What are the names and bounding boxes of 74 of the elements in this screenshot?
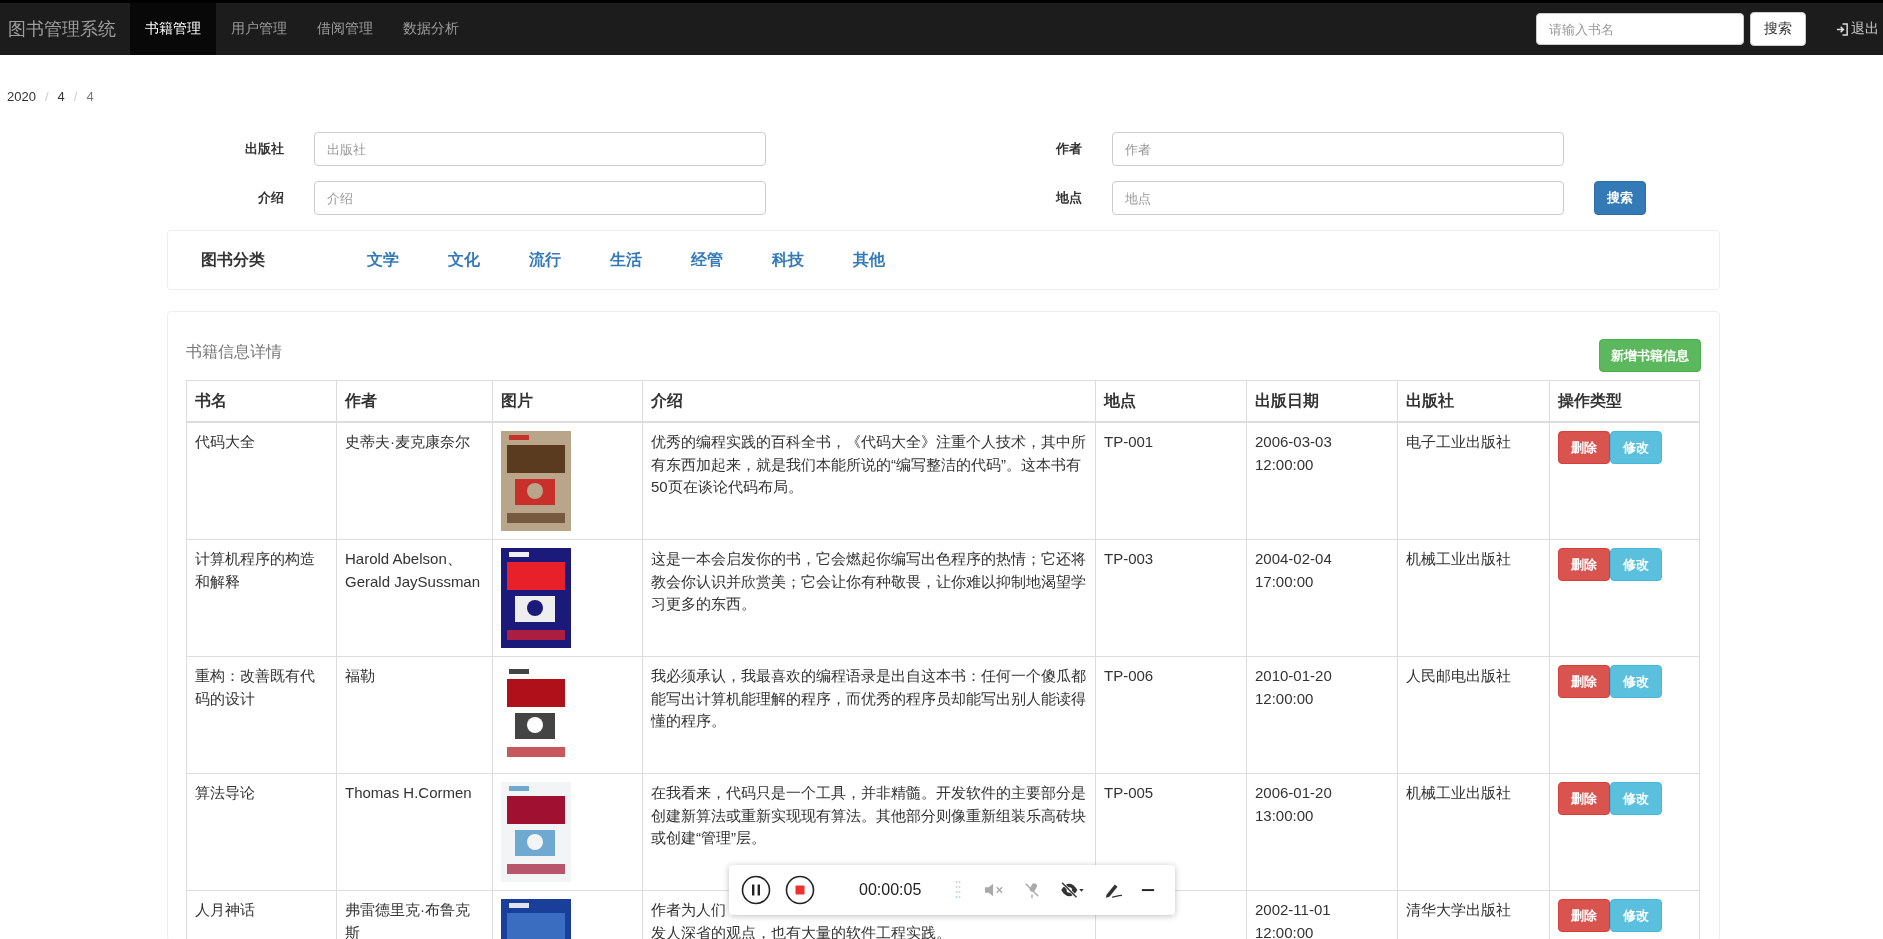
table-cell: 重构：改善既有代码的设计 [186, 656, 337, 774]
breadcrumb-item[interactable]: 2020 [7, 89, 36, 109]
column-header: 出版社 [1397, 380, 1550, 422]
column-header: 地点 [1095, 380, 1247, 422]
table-cell: 人月神话 [186, 890, 337, 939]
panel-title: 书籍信息详情 [186, 342, 282, 362]
table-cell: 史蒂夫·麦克康奈尔 [336, 422, 493, 540]
table-cell: 这是一本会启发你的书，它会燃起你编写出色程序的热情；它还将教会你认识并欣赏美；它会让你有种敬畏，让你难以抑制地渴望学习更多的东西。 [642, 539, 1096, 657]
field-label: 作者 [1054, 140, 1082, 158]
table-cell: 我必须承认，我最喜欢的编程语录是出自这本书：任何一个傻瓜都能写出计算机能理解的程序，而优秀的程序员却能写出别人能读得懂的程序。 [642, 656, 1096, 774]
category-link[interactable]: 流行 [529, 249, 561, 271]
delete-button[interactable]: 删除 [1558, 548, 1610, 581]
table-cell: 机械工业出版社 [1397, 773, 1550, 891]
input-field[interactable]: 介绍 [314, 181, 766, 215]
table-text: 作者为人们 [651, 900, 726, 920]
table-cell: 机械工业出版社 [1397, 539, 1550, 657]
input-field[interactable]: 作者 [1112, 132, 1564, 166]
column-header: 操作类型 [1549, 380, 1700, 422]
field-label: 出版社 [244, 140, 284, 158]
table-cell: TP-001 [1095, 422, 1247, 540]
table-cell: TP-003 [1095, 539, 1247, 657]
logout-icon[interactable] [1836, 22, 1849, 36]
category-link[interactable]: 科技 [772, 249, 804, 271]
table-cell: 电子工业出版社 [1397, 422, 1550, 540]
table-cell: 2010-01-20 12:00:00 [1246, 656, 1398, 774]
stop-button[interactable] [785, 875, 815, 905]
breadcrumb-item[interactable]: 4 [57, 89, 65, 109]
category-link[interactable]: 文学 [367, 249, 399, 271]
table-cell: TP-006 [1095, 656, 1247, 774]
field-label: 地点 [1054, 189, 1082, 207]
drag-handle-icon[interactable] [955, 880, 962, 900]
category-link[interactable]: 经管 [691, 249, 723, 271]
search-button[interactable]: 搜索 [1750, 12, 1806, 46]
search-button[interactable]: 搜索 [1594, 181, 1646, 215]
camera-off-icon[interactable] [1059, 881, 1086, 899]
table-cell: 优秀的编程实践的百科全书，《代码大全》注重个人技术，其中所有东西加起来，就是我们本能所说的“编写整洁的代码”。这本书有50页在谈论代码布局。 [642, 422, 1096, 540]
column-header: 书名 [186, 380, 337, 422]
delete-button[interactable]: 删除 [1558, 665, 1610, 698]
column-header: 作者 [336, 380, 493, 422]
logout-link[interactable]: 退出 [1836, 20, 1883, 38]
table-cell: 2006-03-03 12:00:00 [1246, 422, 1398, 540]
table-cell: 算法导论 [186, 773, 337, 891]
nav-tab[interactable]: 书籍管理 [130, 3, 216, 55]
nav-tab[interactable]: 借阅管理 [302, 3, 388, 55]
breadcrumb-item[interactable]: 4 [86, 89, 94, 109]
table-cell: 福勒 [336, 656, 493, 774]
table-cell: 计算机程序的构造和解释 [186, 539, 337, 657]
column-header: 图片 [492, 380, 643, 422]
category-title: 图书分类 [201, 249, 266, 270]
delete-button[interactable]: 删除 [1558, 899, 1610, 932]
table-cell: Harold Abelson、Gerald JaySussman [336, 539, 493, 657]
table-cell: Thomas H.Cormen [336, 773, 493, 891]
category-link[interactable]: 生活 [610, 249, 642, 271]
category-link[interactable]: 其他 [853, 249, 885, 271]
breadcrumb-separator: / [73, 89, 78, 106]
table-cell: 2004-02-04 17:00:00 [1246, 539, 1398, 657]
category-link[interactable]: 文化 [448, 249, 480, 271]
column-header: 出版日期 [1246, 380, 1398, 422]
nav-tab[interactable]: 用户管理 [216, 3, 302, 55]
pause-button[interactable] [741, 875, 771, 905]
delete-button[interactable]: 删除 [1558, 782, 1610, 815]
brand-title[interactable]: 图书管理系统 [0, 17, 130, 41]
breadcrumb-separator: / [44, 89, 49, 106]
table-cell: 2006-01-20 13:00:00 [1246, 773, 1398, 891]
table-cell: 代码大全 [186, 422, 337, 540]
table-cell: 人民邮电出版社 [1397, 656, 1550, 774]
input-field[interactable]: 地点 [1112, 181, 1564, 215]
delete-button[interactable]: 删除 [1558, 431, 1610, 464]
search-field[interactable]: 请输入书名 [1536, 13, 1744, 45]
column-header: 介绍 [642, 380, 1096, 422]
add-book-button[interactable]: 新增书籍信息 [1599, 339, 1701, 372]
nav-tab[interactable]: 数据分析 [388, 3, 474, 55]
input-field[interactable]: 出版社 [314, 132, 766, 166]
field-label: 介绍 [257, 189, 284, 207]
